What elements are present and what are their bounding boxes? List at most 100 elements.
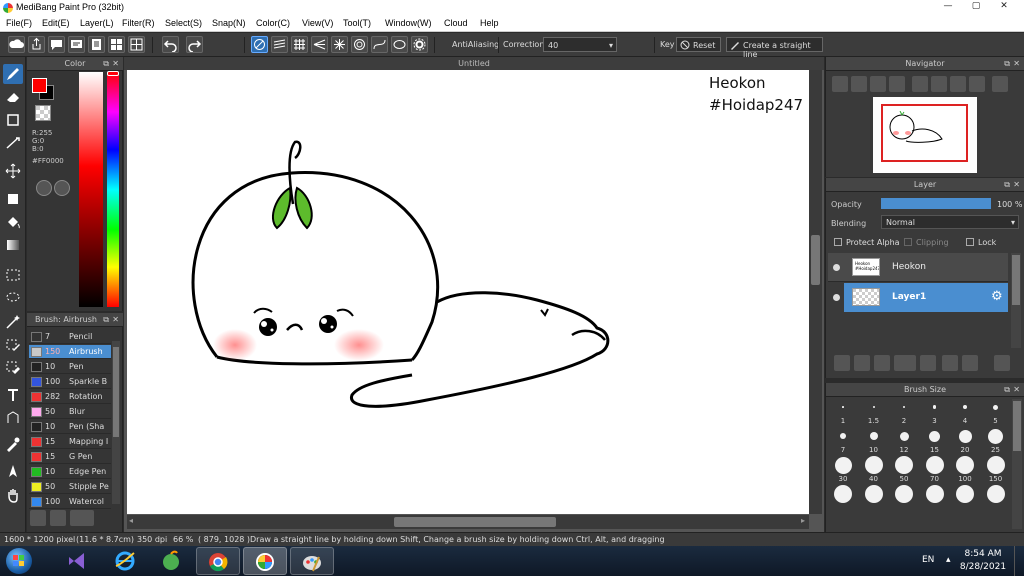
new-layer-icon[interactable] xyxy=(834,355,850,371)
trash-icon[interactable] xyxy=(994,355,1010,371)
menu-cloud[interactable]: Cloud xyxy=(444,18,468,28)
close-icon[interactable]: ✕ xyxy=(1013,57,1020,71)
brush-size-option[interactable] xyxy=(921,485,949,510)
canvas-horizontal-scrollbar[interactable]: ◂ ▸ xyxy=(127,515,809,529)
grid-icon[interactable] xyxy=(128,36,145,53)
document-icon[interactable] xyxy=(88,36,105,53)
brush-size-scrollbar[interactable] xyxy=(1012,399,1022,529)
menu-window[interactable]: Window(W) xyxy=(385,18,432,28)
text-tool-icon[interactable] xyxy=(3,385,23,405)
brush-size-option[interactable]: 50 xyxy=(890,456,918,483)
color-settings-icon[interactable] xyxy=(54,180,70,196)
navigator-preview[interactable] xyxy=(873,97,977,173)
maximize-button[interactable]: ▢ xyxy=(962,0,990,14)
brush-size-option[interactable] xyxy=(829,485,857,510)
cloud-icon[interactable] xyxy=(8,36,25,53)
layer-list-scroll-thumb[interactable] xyxy=(1012,255,1020,305)
rotate-right-icon[interactable] xyxy=(950,76,966,92)
magic-wand-tool-icon[interactable] xyxy=(3,312,23,332)
visual-studio-taskbar-icon[interactable] xyxy=(56,547,100,575)
brush-size-option[interactable]: 20 xyxy=(951,428,979,454)
brush-size-option[interactable]: 5 xyxy=(982,399,1010,425)
canvas-vertical-scrollbar[interactable] xyxy=(809,70,822,514)
brush-size-option[interactable]: 30 xyxy=(829,456,857,483)
brush-size-option[interactable] xyxy=(860,485,888,510)
lock-checkbox[interactable] xyxy=(966,238,974,246)
drawing-canvas[interactable]: Heokon #Hoidap247 xyxy=(127,70,809,514)
hand-tool-icon[interactable] xyxy=(3,485,23,505)
blending-select[interactable]: Normal ▾ xyxy=(881,215,1019,229)
parallel-snap-icon[interactable] xyxy=(271,36,288,53)
chat-icon[interactable] xyxy=(68,36,85,53)
tray-expand-icon[interactable]: ▴ xyxy=(946,555,951,565)
zoom-in-plus-icon[interactable] xyxy=(851,76,867,92)
snap-off-icon[interactable] xyxy=(251,36,268,53)
comment-icon[interactable] xyxy=(48,36,65,53)
menu-layer[interactable]: Layer(L) xyxy=(80,18,114,28)
brush-item[interactable]: 10 Pen (Sha xyxy=(29,420,111,434)
brush-size-option[interactable]: 10 xyxy=(860,428,888,454)
undock-icon[interactable]: ⧉ xyxy=(103,313,109,327)
brush-item[interactable]: 282 Rotation xyxy=(29,390,111,404)
brush-size-option[interactable]: 100 xyxy=(951,456,979,483)
undock-icon[interactable]: ⧉ xyxy=(1004,383,1010,397)
clock[interactable]: 8:54 AM 8/28/2021 xyxy=(958,548,1008,574)
brush-size-option[interactable]: 3 xyxy=(921,399,949,425)
select-rect-tool-icon[interactable] xyxy=(3,265,23,285)
brush-size-option[interactable] xyxy=(982,485,1010,510)
curve-snap-icon[interactable] xyxy=(371,36,388,53)
layer-list-scrollbar[interactable] xyxy=(1011,253,1021,348)
fit-window-icon[interactable] xyxy=(931,76,947,92)
fill-rect-tool-icon[interactable] xyxy=(3,189,23,209)
brush-size-option[interactable] xyxy=(951,485,979,510)
gear-icon[interactable] xyxy=(411,36,428,53)
merge-layer-icon[interactable] xyxy=(962,355,978,371)
chrome-taskbar-icon[interactable] xyxy=(196,547,240,575)
ellipse-snap-icon[interactable] xyxy=(391,36,408,53)
share-icon[interactable] xyxy=(28,36,45,53)
radial-snap-icon[interactable] xyxy=(331,36,348,53)
correction-select[interactable]: 40 ▾ xyxy=(543,37,617,52)
flip-icon[interactable] xyxy=(992,76,1008,92)
brush-item[interactable]: 10 Edge Pen xyxy=(29,465,111,479)
foreground-color-swatch[interactable] xyxy=(32,78,47,93)
eyedropper-tool-icon[interactable] xyxy=(3,434,23,454)
brush-size-option[interactable] xyxy=(890,485,918,510)
protect-alpha-checkbox[interactable] xyxy=(834,238,842,246)
brush-size-option[interactable]: 25 xyxy=(982,428,1010,454)
internet-explorer-taskbar-icon[interactable] xyxy=(104,547,148,575)
new-brush-icon[interactable] xyxy=(50,510,66,526)
brush-size-option[interactable]: 4 xyxy=(951,399,979,425)
eraser-tool-icon[interactable] xyxy=(3,87,23,107)
visibility-eye-icon[interactable] xyxy=(833,264,840,271)
brush-size-option[interactable]: 2 xyxy=(890,399,918,425)
lasso-tool-icon[interactable] xyxy=(3,288,23,308)
move-tool-icon[interactable] xyxy=(3,161,23,181)
brush-list-scrollbar[interactable] xyxy=(112,341,120,504)
layer-row-layer1[interactable]: Layer1 ⚙ xyxy=(828,283,1008,312)
canvas-vscroll-thumb[interactable] xyxy=(811,235,820,285)
brush-size-option[interactable]: 1 xyxy=(829,399,857,425)
transparent-color-swatch[interactable] xyxy=(35,105,51,121)
saturation-value-bar[interactable] xyxy=(79,72,103,307)
brush-settings-icon[interactable] xyxy=(70,510,94,526)
crisscross-snap-icon[interactable] xyxy=(291,36,308,53)
bucket-tool-icon[interactable] xyxy=(3,212,23,232)
close-icon[interactable]: ✕ xyxy=(1013,178,1020,192)
rectangle-tool-icon[interactable] xyxy=(3,110,23,130)
canvas-tab[interactable]: Untitled xyxy=(124,57,824,70)
minimize-button[interactable]: — xyxy=(934,0,962,14)
brush-item[interactable]: 10 Pen xyxy=(29,360,111,374)
close-icon[interactable]: ✕ xyxy=(1013,383,1020,397)
new-halftone-layer-icon[interactable] xyxy=(854,355,870,371)
brush-item[interactable]: 50 Stipple Pe xyxy=(29,480,111,494)
menu-edit[interactable]: Edit(E) xyxy=(42,18,70,28)
brush-item[interactable]: 50 Blur xyxy=(29,405,111,419)
brush-size-option[interactable]: 40 xyxy=(860,456,888,483)
brush-list-scroll-thumb[interactable] xyxy=(113,347,119,437)
brush-size-option[interactable]: 70 xyxy=(921,456,949,483)
visibility-eye-icon[interactable] xyxy=(833,294,840,301)
folder-icon[interactable] xyxy=(920,355,936,371)
start-button[interactable] xyxy=(6,548,32,574)
duplicate-layer-icon[interactable] xyxy=(942,355,958,371)
